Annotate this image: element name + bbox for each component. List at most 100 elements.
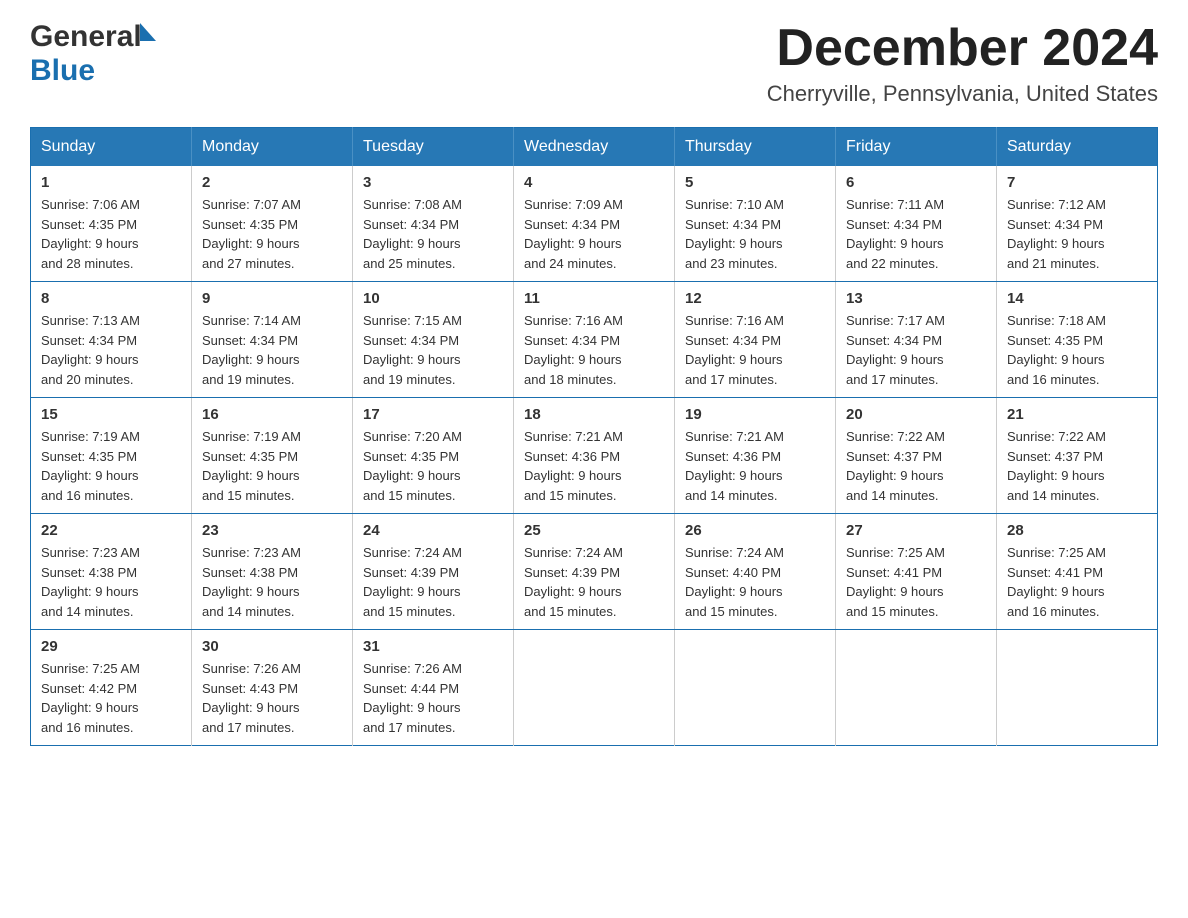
calendar-week-row: 15 Sunrise: 7:19 AM Sunset: 4:35 PM Dayl… [31, 398, 1158, 514]
day-number: 3 [363, 174, 503, 191]
day-info: Sunrise: 7:21 AM Sunset: 4:36 PM Dayligh… [524, 427, 664, 505]
day-info: Sunrise: 7:24 AM Sunset: 4:40 PM Dayligh… [685, 543, 825, 621]
calendar-cell: 16 Sunrise: 7:19 AM Sunset: 4:35 PM Dayl… [192, 398, 353, 514]
calendar-cell: 5 Sunrise: 7:10 AM Sunset: 4:34 PM Dayli… [675, 166, 836, 282]
calendar-cell: 20 Sunrise: 7:22 AM Sunset: 4:37 PM Dayl… [836, 398, 997, 514]
calendar-cell: 12 Sunrise: 7:16 AM Sunset: 4:34 PM Dayl… [675, 282, 836, 398]
day-number: 8 [41, 290, 181, 307]
logo-arrow-icon [140, 23, 156, 41]
day-number: 25 [524, 522, 664, 539]
day-info: Sunrise: 7:13 AM Sunset: 4:34 PM Dayligh… [41, 311, 181, 389]
month-title: December 2024 [767, 20, 1158, 77]
day-info: Sunrise: 7:19 AM Sunset: 4:35 PM Dayligh… [202, 427, 342, 505]
day-number: 23 [202, 522, 342, 539]
calendar-week-row: 22 Sunrise: 7:23 AM Sunset: 4:38 PM Dayl… [31, 514, 1158, 630]
weekday-header-tuesday: Tuesday [353, 128, 514, 167]
day-info: Sunrise: 7:06 AM Sunset: 4:35 PM Dayligh… [41, 195, 181, 273]
day-info: Sunrise: 7:07 AM Sunset: 4:35 PM Dayligh… [202, 195, 342, 273]
calendar-cell: 4 Sunrise: 7:09 AM Sunset: 4:34 PM Dayli… [514, 166, 675, 282]
calendar-cell: 6 Sunrise: 7:11 AM Sunset: 4:34 PM Dayli… [836, 166, 997, 282]
day-number: 11 [524, 290, 664, 307]
day-number: 22 [41, 522, 181, 539]
day-info: Sunrise: 7:10 AM Sunset: 4:34 PM Dayligh… [685, 195, 825, 273]
calendar-cell: 14 Sunrise: 7:18 AM Sunset: 4:35 PM Dayl… [997, 282, 1158, 398]
calendar-week-row: 8 Sunrise: 7:13 AM Sunset: 4:34 PM Dayli… [31, 282, 1158, 398]
day-info: Sunrise: 7:09 AM Sunset: 4:34 PM Dayligh… [524, 195, 664, 273]
day-info: Sunrise: 7:22 AM Sunset: 4:37 PM Dayligh… [846, 427, 986, 505]
day-number: 24 [363, 522, 503, 539]
day-number: 5 [685, 174, 825, 191]
day-number: 31 [363, 638, 503, 655]
weekday-header-wednesday: Wednesday [514, 128, 675, 167]
logo-wrapper: General [30, 20, 156, 54]
day-info: Sunrise: 7:15 AM Sunset: 4:34 PM Dayligh… [363, 311, 503, 389]
calendar-cell [836, 630, 997, 746]
day-number: 29 [41, 638, 181, 655]
weekday-header-saturday: Saturday [997, 128, 1158, 167]
calendar-cell: 31 Sunrise: 7:26 AM Sunset: 4:44 PM Dayl… [353, 630, 514, 746]
calendar-week-row: 29 Sunrise: 7:25 AM Sunset: 4:42 PM Dayl… [31, 630, 1158, 746]
calendar-cell: 27 Sunrise: 7:25 AM Sunset: 4:41 PM Dayl… [836, 514, 997, 630]
calendar-table: SundayMondayTuesdayWednesdayThursdayFrid… [30, 127, 1158, 746]
day-info: Sunrise: 7:08 AM Sunset: 4:34 PM Dayligh… [363, 195, 503, 273]
day-info: Sunrise: 7:24 AM Sunset: 4:39 PM Dayligh… [363, 543, 503, 621]
calendar-cell: 21 Sunrise: 7:22 AM Sunset: 4:37 PM Dayl… [997, 398, 1158, 514]
day-number: 30 [202, 638, 342, 655]
day-info: Sunrise: 7:24 AM Sunset: 4:39 PM Dayligh… [524, 543, 664, 621]
day-info: Sunrise: 7:17 AM Sunset: 4:34 PM Dayligh… [846, 311, 986, 389]
day-number: 6 [846, 174, 986, 191]
calendar-cell: 9 Sunrise: 7:14 AM Sunset: 4:34 PM Dayli… [192, 282, 353, 398]
weekday-header-thursday: Thursday [675, 128, 836, 167]
day-number: 1 [41, 174, 181, 191]
day-info: Sunrise: 7:25 AM Sunset: 4:42 PM Dayligh… [41, 659, 181, 737]
calendar-cell: 10 Sunrise: 7:15 AM Sunset: 4:34 PM Dayl… [353, 282, 514, 398]
day-info: Sunrise: 7:16 AM Sunset: 4:34 PM Dayligh… [685, 311, 825, 389]
day-info: Sunrise: 7:25 AM Sunset: 4:41 PM Dayligh… [846, 543, 986, 621]
day-info: Sunrise: 7:12 AM Sunset: 4:34 PM Dayligh… [1007, 195, 1147, 273]
header: General Blue December 2024 Cherryville, … [30, 20, 1158, 107]
logo-blue-text: Blue [30, 54, 95, 88]
day-info: Sunrise: 7:26 AM Sunset: 4:43 PM Dayligh… [202, 659, 342, 737]
day-info: Sunrise: 7:19 AM Sunset: 4:35 PM Dayligh… [41, 427, 181, 505]
day-number: 9 [202, 290, 342, 307]
calendar-week-row: 1 Sunrise: 7:06 AM Sunset: 4:35 PM Dayli… [31, 166, 1158, 282]
calendar-cell [514, 630, 675, 746]
day-number: 21 [1007, 406, 1147, 423]
day-number: 2 [202, 174, 342, 191]
day-info: Sunrise: 7:23 AM Sunset: 4:38 PM Dayligh… [202, 543, 342, 621]
calendar-cell: 2 Sunrise: 7:07 AM Sunset: 4:35 PM Dayli… [192, 166, 353, 282]
day-info: Sunrise: 7:18 AM Sunset: 4:35 PM Dayligh… [1007, 311, 1147, 389]
location-title: Cherryville, Pennsylvania, United States [767, 81, 1158, 107]
calendar-cell: 23 Sunrise: 7:23 AM Sunset: 4:38 PM Dayl… [192, 514, 353, 630]
calendar-cell: 17 Sunrise: 7:20 AM Sunset: 4:35 PM Dayl… [353, 398, 514, 514]
calendar-cell: 26 Sunrise: 7:24 AM Sunset: 4:40 PM Dayl… [675, 514, 836, 630]
calendar-cell: 3 Sunrise: 7:08 AM Sunset: 4:34 PM Dayli… [353, 166, 514, 282]
calendar-cell [997, 630, 1158, 746]
calendar-cell [675, 630, 836, 746]
calendar-cell: 25 Sunrise: 7:24 AM Sunset: 4:39 PM Dayl… [514, 514, 675, 630]
calendar-cell: 13 Sunrise: 7:17 AM Sunset: 4:34 PM Dayl… [836, 282, 997, 398]
calendar-cell: 22 Sunrise: 7:23 AM Sunset: 4:38 PM Dayl… [31, 514, 192, 630]
day-number: 14 [1007, 290, 1147, 307]
day-number: 26 [685, 522, 825, 539]
day-number: 10 [363, 290, 503, 307]
weekday-header-monday: Monday [192, 128, 353, 167]
day-info: Sunrise: 7:16 AM Sunset: 4:34 PM Dayligh… [524, 311, 664, 389]
weekday-header-sunday: Sunday [31, 128, 192, 167]
calendar-cell: 28 Sunrise: 7:25 AM Sunset: 4:41 PM Dayl… [997, 514, 1158, 630]
day-number: 18 [524, 406, 664, 423]
title-area: December 2024 Cherryville, Pennsylvania,… [767, 20, 1158, 107]
day-number: 12 [685, 290, 825, 307]
day-number: 13 [846, 290, 986, 307]
day-info: Sunrise: 7:26 AM Sunset: 4:44 PM Dayligh… [363, 659, 503, 737]
day-number: 27 [846, 522, 986, 539]
day-info: Sunrise: 7:14 AM Sunset: 4:34 PM Dayligh… [202, 311, 342, 389]
day-number: 28 [1007, 522, 1147, 539]
calendar-cell: 1 Sunrise: 7:06 AM Sunset: 4:35 PM Dayli… [31, 166, 192, 282]
day-number: 20 [846, 406, 986, 423]
calendar-cell: 11 Sunrise: 7:16 AM Sunset: 4:34 PM Dayl… [514, 282, 675, 398]
day-number: 19 [685, 406, 825, 423]
weekday-header-row: SundayMondayTuesdayWednesdayThursdayFrid… [31, 128, 1158, 167]
calendar-cell: 19 Sunrise: 7:21 AM Sunset: 4:36 PM Dayl… [675, 398, 836, 514]
calendar-cell: 24 Sunrise: 7:24 AM Sunset: 4:39 PM Dayl… [353, 514, 514, 630]
